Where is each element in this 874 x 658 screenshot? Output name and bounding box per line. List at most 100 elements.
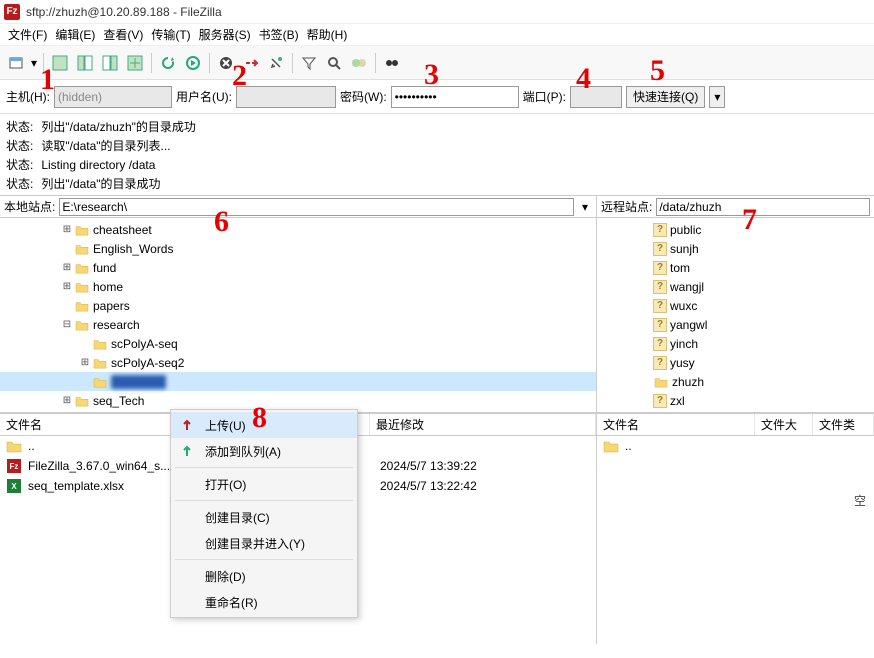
expander-icon[interactable]: ⊞ bbox=[78, 357, 92, 368]
tree-item[interactable]: ?sunjh bbox=[597, 239, 874, 258]
unknown-folder-icon: ? bbox=[653, 394, 667, 408]
quickconnect-button[interactable]: 快速连接(Q) bbox=[626, 86, 705, 108]
tree-item-label: scPolyA-seq bbox=[111, 337, 178, 351]
toggle-queue-button[interactable] bbox=[123, 51, 147, 75]
sync-browse-button[interactable] bbox=[380, 51, 404, 75]
tree-item[interactable]: ?yinch bbox=[597, 334, 874, 353]
local-tree-pane: 本地站点: ▾ ⊞cheatsheetEnglish_Words⊞fund⊞ho… bbox=[0, 196, 597, 412]
col-type[interactable]: 文件类 bbox=[813, 414, 874, 435]
pass-input[interactable] bbox=[391, 86, 519, 108]
folder-icon bbox=[603, 438, 619, 454]
tree-item[interactable]: ⊞seq_Tech bbox=[0, 391, 596, 410]
tree-item[interactable]: GEO bbox=[0, 372, 596, 391]
menu-server[interactable]: 服务器(S) bbox=[195, 24, 255, 45]
folder-icon bbox=[74, 280, 90, 294]
tree-item[interactable]: ⊟research bbox=[0, 315, 596, 334]
ctx-rename[interactable]: 重命名(R) bbox=[171, 589, 357, 615]
excel-file-icon: X bbox=[6, 478, 22, 494]
menu-edit[interactable]: 编辑(E) bbox=[51, 24, 99, 45]
ctx-add-queue[interactable]: 添加到队列(A) bbox=[171, 438, 357, 464]
tree-item[interactable]: ?yangwl bbox=[597, 315, 874, 334]
tree-item[interactable]: scPolyA-seq bbox=[0, 334, 596, 353]
tree-item-label: English_Words bbox=[93, 242, 173, 256]
tree-item-label: zxl bbox=[670, 394, 685, 408]
cancel-button[interactable] bbox=[214, 51, 238, 75]
remote-path-input[interactable] bbox=[656, 198, 870, 216]
col-modified[interactable]: 最近修改 bbox=[370, 414, 596, 435]
ctx-delete[interactable]: 删除(D) bbox=[171, 563, 357, 589]
site-manager-dropdown[interactable]: ▾ bbox=[29, 51, 39, 75]
unknown-folder-icon: ? bbox=[653, 242, 667, 256]
ctx-open[interactable]: 打开(O) bbox=[171, 471, 357, 497]
tree-item-label: tom bbox=[670, 261, 690, 275]
tree-item[interactable]: ⊞fund bbox=[0, 258, 596, 277]
tree-item[interactable]: ⊞ cheatsheet bbox=[0, 220, 596, 239]
refresh-button[interactable] bbox=[156, 51, 180, 75]
expander-icon[interactable]: ⊞ bbox=[60, 395, 74, 406]
port-input[interactable] bbox=[570, 86, 622, 108]
col-filename[interactable]: 文件名 bbox=[597, 414, 755, 435]
expander-icon[interactable]: ⊞ bbox=[60, 224, 74, 235]
log-line: 状态:列出"/data"的目录成功 bbox=[6, 175, 868, 194]
disconnect-button[interactable] bbox=[239, 51, 263, 75]
unknown-folder-icon: ? bbox=[653, 223, 667, 237]
toggle-local-tree-button[interactable] bbox=[73, 51, 97, 75]
unknown-folder-icon: ? bbox=[653, 261, 667, 275]
tree-item[interactable]: ?tom bbox=[597, 258, 874, 277]
site-manager-button[interactable] bbox=[4, 51, 28, 75]
log-line: 状态:列出"/data/zhuzh"的目录成功 bbox=[6, 118, 868, 137]
menubar: 文件(F) 编辑(E) 查看(V) 传输(T) 服务器(S) 书签(B) 帮助(… bbox=[0, 24, 874, 46]
folder-icon bbox=[92, 356, 108, 370]
host-input[interactable] bbox=[54, 86, 172, 108]
tree-item-label: yusy bbox=[670, 356, 695, 370]
reconnect-button[interactable] bbox=[264, 51, 288, 75]
list-item-parent[interactable]: .. bbox=[597, 436, 874, 456]
tree-item[interactable]: ?yusy bbox=[597, 353, 874, 372]
menu-help[interactable]: 帮助(H) bbox=[303, 24, 352, 45]
toggle-remote-tree-button[interactable] bbox=[98, 51, 122, 75]
tree-item[interactable]: ⊞home bbox=[0, 277, 596, 296]
remote-site-label: 远程站点: bbox=[601, 198, 652, 215]
col-size[interactable]: 文件大小 bbox=[755, 414, 813, 435]
remote-tree[interactable]: ?public?sunjh?tom?wangjl?wuxc?yangwl?yin… bbox=[597, 218, 874, 412]
tree-item-label: scPolyA-seq2 bbox=[111, 356, 184, 370]
filter-button[interactable] bbox=[297, 51, 321, 75]
ctx-upload[interactable]: 上传(U) bbox=[171, 412, 357, 438]
expander-icon[interactable]: ⊞ bbox=[60, 262, 74, 273]
ctx-mkdir[interactable]: 创建目录(C) bbox=[171, 504, 357, 530]
tree-item[interactable]: ?wuxc bbox=[597, 296, 874, 315]
search-button[interactable] bbox=[322, 51, 346, 75]
user-label: 用户名(U): bbox=[176, 88, 232, 105]
expander-icon[interactable]: ⊟ bbox=[60, 319, 74, 330]
menu-bookmarks[interactable]: 书签(B) bbox=[255, 24, 303, 45]
local-tree[interactable]: ⊞ cheatsheet English_Words ⊞fund⊞homepapers… bbox=[0, 218, 596, 412]
menu-file[interactable]: 文件(F) bbox=[4, 24, 51, 45]
quickconnect-dropdown[interactable]: ▾ bbox=[709, 86, 725, 108]
compare-button[interactable] bbox=[347, 51, 371, 75]
app-icon: Fz bbox=[4, 4, 20, 20]
tree-item[interactable]: papers bbox=[0, 296, 596, 315]
tree-item-label: cheatsheet bbox=[93, 223, 152, 237]
menu-transfer[interactable]: 传输(T) bbox=[147, 24, 194, 45]
toggle-log-button[interactable] bbox=[48, 51, 72, 75]
ctx-mkdir-enter[interactable]: 创建目录并进入(Y) bbox=[171, 530, 357, 556]
local-path-dropdown[interactable]: ▾ bbox=[578, 200, 592, 214]
add-queue-icon bbox=[179, 444, 195, 458]
expander-icon[interactable]: ⊞ bbox=[60, 281, 74, 292]
folder-icon bbox=[74, 299, 90, 313]
user-input[interactable] bbox=[236, 86, 336, 108]
menu-view[interactable]: 查看(V) bbox=[99, 24, 147, 45]
tree-item[interactable]: English_Words bbox=[0, 239, 596, 258]
tree-item-label: yangwl bbox=[670, 318, 707, 332]
process-queue-button[interactable] bbox=[181, 51, 205, 75]
filezilla-file-icon: Fz bbox=[6, 458, 22, 474]
tree-item[interactable]: zhuzh bbox=[597, 372, 874, 391]
tree-item-label: zhuzh bbox=[672, 375, 704, 389]
local-path-input[interactable] bbox=[59, 198, 574, 216]
tree-item[interactable]: ?zxl bbox=[597, 391, 874, 410]
tree-item[interactable]: ?wangjl bbox=[597, 277, 874, 296]
tree-item[interactable]: ?public bbox=[597, 220, 874, 239]
tree-item-label: sunjh bbox=[670, 242, 699, 256]
remote-list-body[interactable]: .. 空 bbox=[597, 436, 874, 644]
tree-item[interactable]: ⊞ scPolyA-seq2 bbox=[0, 353, 596, 372]
